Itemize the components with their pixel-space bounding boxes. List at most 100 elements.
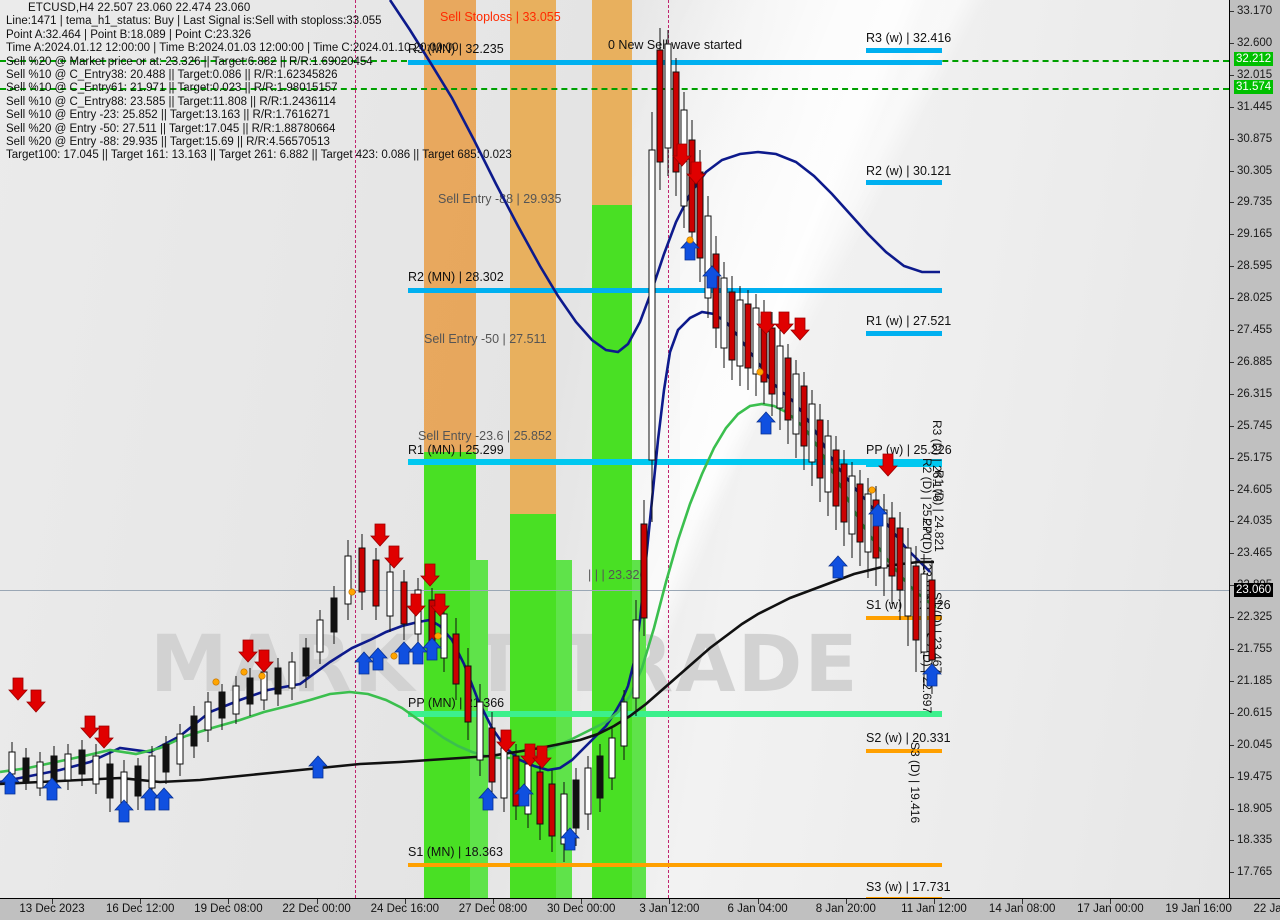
price-tick: 33.170 xyxy=(1230,5,1280,17)
time-scale[interactable]: 13 Dec 2023 16 Dec 12:00 19 Dec 08:00 22 De… xyxy=(0,898,1280,920)
level-label-r1-w: R1 (w) | 27.521 xyxy=(866,314,952,328)
header-line-9: Sell %10 @ Entry -23: 25.852 || Target:1… xyxy=(6,109,330,122)
price-tick: 19.475 xyxy=(1230,771,1280,783)
price-tick: 26.885 xyxy=(1230,356,1280,368)
price-tick-label: 25.745 xyxy=(1237,419,1273,432)
entry-label-88: Sell Entry -88 | 29.935 xyxy=(438,192,562,206)
band-green xyxy=(592,205,632,898)
price-tick-label: 17.765 xyxy=(1237,866,1273,879)
price-tick: 28.595 xyxy=(1230,260,1280,272)
price-tick: 32.600 xyxy=(1230,37,1280,49)
header-line-12: Target100: 17.045 || Target 161: 13.163 … xyxy=(6,149,512,162)
price-tick-label: 31.445 xyxy=(1237,100,1273,113)
price-tick-label: 28.025 xyxy=(1237,292,1273,305)
price-tick-label: 30.305 xyxy=(1237,164,1273,177)
header-line-4: Time A:2024.01.12 12:00:00 | Time B:2024… xyxy=(6,42,459,55)
time-tick-label: 17 Jan 00:00 xyxy=(1077,903,1144,915)
level-label-r3-w: R3 (w) | 32.416 xyxy=(866,31,952,45)
header-symbol-line: ETCUSD,H4 22.507 23.060 22.474 23.060 xyxy=(28,2,251,14)
time-tick-label: 16 Dec 12:00 xyxy=(105,903,175,915)
price-tick: 24.605 xyxy=(1230,484,1280,496)
level-line-s1-mn xyxy=(408,863,942,867)
current-price-line xyxy=(0,590,1229,591)
price-tick-label: 28.595 xyxy=(1237,260,1273,273)
price-tick: 18.335 xyxy=(1230,834,1280,846)
time-tick-label: 19 Jan 16:00 xyxy=(1165,903,1232,915)
price-tick: 25.175 xyxy=(1230,452,1280,464)
level-line-r3-w xyxy=(866,48,942,53)
level-label-s3-d: S3 (D) | 19.416 xyxy=(908,742,922,824)
price-tick-label: 26.315 xyxy=(1237,387,1273,400)
price-tick: 17.765 xyxy=(1230,866,1280,878)
chart-info-header: ETCUSD,H4 22.507 23.060 22.474 23.060 Li… xyxy=(6,2,512,163)
price-tick: 25.745 xyxy=(1230,420,1280,432)
point-c-annotation: | | | 23.326 xyxy=(588,568,647,582)
price-tick-label: 29.735 xyxy=(1237,196,1273,209)
level-line-pp-mn xyxy=(408,711,942,717)
header-line-7: Sell %10 @ C_Entry61: 21.971 || Target:0… xyxy=(6,82,338,95)
price-tick: 29.165 xyxy=(1230,228,1280,240)
price-tick: 28.025 xyxy=(1230,292,1280,304)
price-tick-label: 21.755 xyxy=(1237,643,1273,655)
price-tick-label: 21.185 xyxy=(1237,674,1273,687)
price-tick-label: 29.165 xyxy=(1237,228,1273,241)
time-tick-label: 6 Jan 04:00 xyxy=(727,903,788,915)
price-tick-label: 33.170 xyxy=(1237,5,1273,17)
header-line-10: Sell %20 @ Entry -50: 27.511 || Target:1… xyxy=(6,122,336,135)
price-tick-label: 18.335 xyxy=(1237,834,1273,847)
price-tick-label: 20.045 xyxy=(1237,738,1273,751)
level-label-pp-mn: PP (MN) | 21.366 xyxy=(408,696,505,710)
header-line-11: Sell %20 @ Entry -88: 29.935 || Target:1… xyxy=(6,136,330,149)
time-tick-label: 27 Dec 08:00 xyxy=(458,903,528,915)
price-tick-label: 22.325 xyxy=(1237,611,1273,624)
price-tick-label: 20.615 xyxy=(1237,706,1273,719)
level-line-r1-mn xyxy=(408,459,942,465)
level-label-pp-d: PP (D) | 23.916 xyxy=(920,518,934,601)
price-label-green-2: 31.574 xyxy=(1234,80,1274,94)
time-tick-label: 22 Dec 00:00 xyxy=(282,903,351,915)
time-tick-label: 8 Jan 20:00 xyxy=(815,903,876,915)
price-tick: 24.035 xyxy=(1230,515,1280,527)
band-green xyxy=(510,514,556,898)
price-tick-label: 24.605 xyxy=(1237,483,1273,496)
price-label-green-1: 32.212 xyxy=(1234,52,1274,66)
header-line-8: Sell %10 @ C_Entry88: 23.585 || Target:1… xyxy=(6,95,336,108)
level-line-r2-w xyxy=(866,180,942,185)
price-tick-label: 32.600 xyxy=(1237,36,1273,49)
time-separator xyxy=(668,0,669,898)
price-tick-label: 32.015 xyxy=(1237,68,1273,81)
band-orange xyxy=(592,0,632,205)
price-tick: 21.755 xyxy=(1230,643,1280,655)
band-green xyxy=(632,560,646,898)
header-line-6: Sell %10 @ C_Entry38: 20.488 || Target:0… xyxy=(6,69,338,82)
level-line-r1-w xyxy=(866,331,942,336)
time-tick-label: 13 Dec 2023 xyxy=(19,903,85,915)
band-green xyxy=(424,452,476,898)
header-line-3: Point A:32.464 | Point B:18.089 | Point … xyxy=(6,28,252,41)
price-tick: 18.905 xyxy=(1230,803,1280,815)
level-line-s2-w xyxy=(866,749,942,753)
level-label-r1-mn: R1 (MN) | 25.299 xyxy=(408,443,504,457)
price-tick-label: 24.035 xyxy=(1237,515,1273,528)
time-tick-label: 24 Dec 16:00 xyxy=(370,903,440,915)
price-tick-label: 26.885 xyxy=(1237,355,1273,368)
price-tick-label: 27.455 xyxy=(1237,324,1273,336)
price-scale[interactable]: 33.170 32.600 32.015 31.445 30.875 30.305 29.7… xyxy=(1229,0,1280,898)
price-tick: 29.735 xyxy=(1230,196,1280,208)
time-tick-label: 19 Dec 08:00 xyxy=(194,903,263,915)
price-tick: 27.455 xyxy=(1230,324,1280,336)
price-tick: 21.185 xyxy=(1230,675,1280,687)
price-tick-label: 23.465 xyxy=(1237,547,1273,560)
decorative-streak xyxy=(680,0,1100,520)
entry-label-50: Sell Entry -50 | 27.511 xyxy=(424,332,547,346)
level-label-r2-w: R2 (w) | 30.121 xyxy=(866,164,952,178)
header-line-5: Sell %20 @ Market price or at: 23.326 ||… xyxy=(6,55,373,68)
time-tick-label: 3 Jan 12:00 xyxy=(639,903,700,915)
price-tick: 22.325 xyxy=(1230,611,1280,623)
price-tick: 32.015 xyxy=(1230,69,1280,81)
price-tick-label: 25.175 xyxy=(1237,451,1273,464)
price-tick: 20.045 xyxy=(1230,739,1280,751)
price-tick-label: 30.875 xyxy=(1237,132,1273,145)
level-label-r1-d: R1 (D) | 24.821 xyxy=(932,470,946,552)
time-tick-label: 30 Dec 00:00 xyxy=(546,903,616,915)
